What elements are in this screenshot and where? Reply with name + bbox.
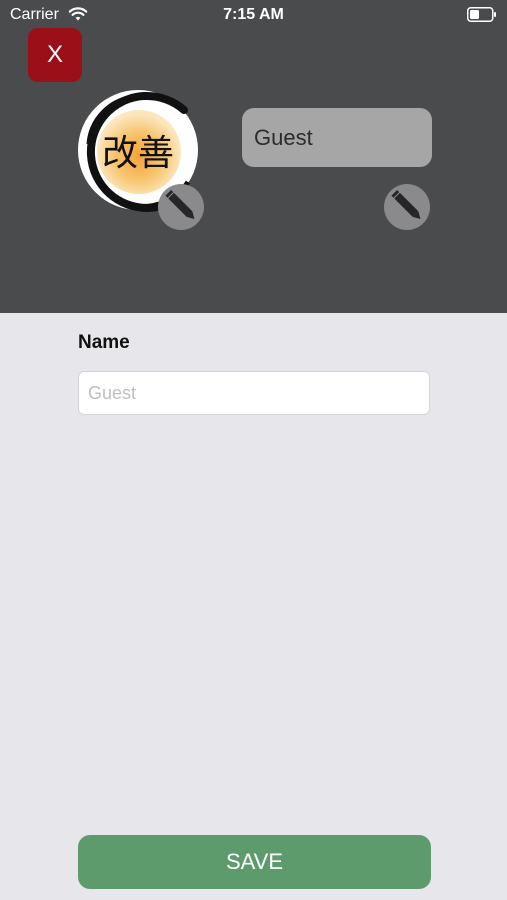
name-input[interactable] bbox=[78, 371, 430, 415]
edit-name-button[interactable] bbox=[384, 184, 430, 230]
pencil-icon bbox=[391, 190, 421, 220]
name-label: Name bbox=[78, 332, 130, 353]
profile-name-display: Guest bbox=[242, 108, 432, 167]
save-button[interactable]: SAVE bbox=[78, 835, 431, 889]
pencil-icon bbox=[165, 190, 195, 220]
avatar-kanji: 改善 bbox=[102, 133, 174, 174]
profile-header: Carrier 7:15 AM X 改善 Guest bbox=[0, 0, 507, 313]
edit-avatar-button[interactable] bbox=[158, 184, 204, 230]
close-button[interactable]: X bbox=[28, 28, 82, 82]
status-bar: Carrier 7:15 AM bbox=[0, 0, 507, 30]
status-time: 7:15 AM bbox=[223, 6, 284, 23]
battery-icon bbox=[467, 7, 496, 22]
